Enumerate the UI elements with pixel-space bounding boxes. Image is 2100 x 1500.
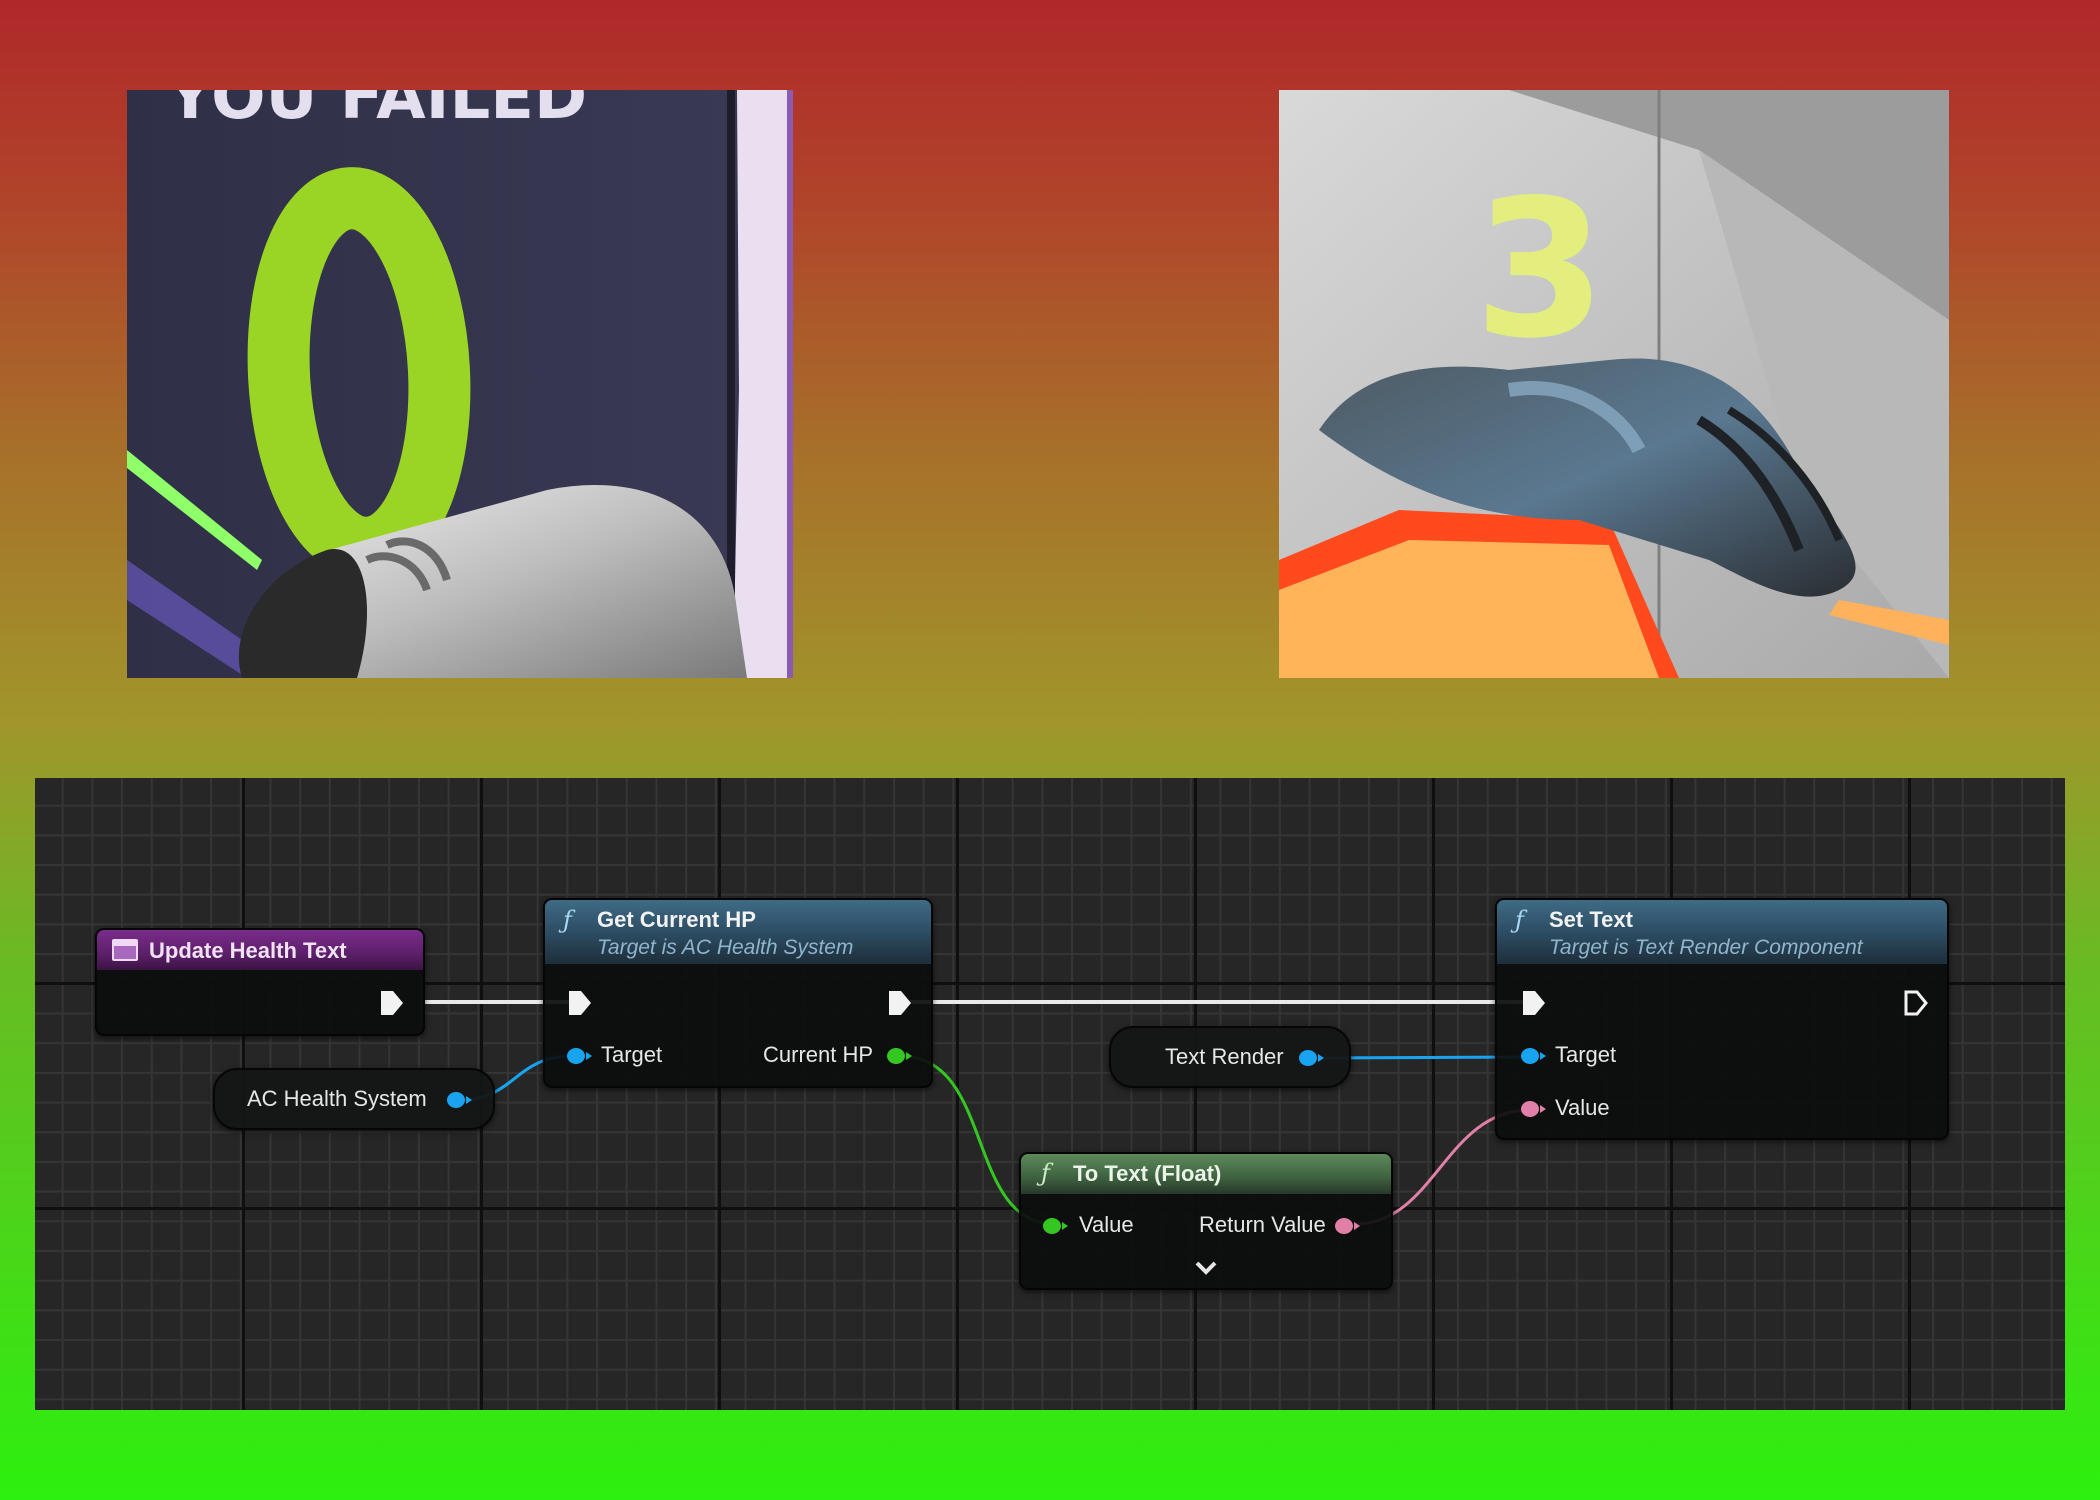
game-screenshot-health-three: 3 <box>1279 90 1949 678</box>
pure-function-node-to-text-float[interactable]: ƒ To Text (Float) Value Return Value <box>1019 1152 1393 1290</box>
function-node-title: Set Text <box>1549 907 1633 932</box>
function-icon: ƒ <box>563 906 572 934</box>
sign-text: YOU FAILED <box>166 90 587 134</box>
function-node-subtitle: Target is AC Health System <box>597 936 854 959</box>
custom-event-icon <box>112 939 138 961</box>
current-hp-pin-label: Current HP <box>763 1042 874 1067</box>
float-in-pin-icon[interactable] <box>1043 1218 1068 1234</box>
target-in-pin-icon[interactable] <box>567 1048 592 1064</box>
object-out-pin-icon[interactable] <box>1299 1050 1324 1066</box>
target-in-pin-icon[interactable] <box>1521 1048 1546 1064</box>
exec-in-pin-icon[interactable] <box>567 989 593 1017</box>
game-screenshot-health-zero: YOU FAILED <box>127 90 793 678</box>
variable-node-ac-health-system[interactable]: AC Health System <box>213 1068 495 1130</box>
function-node-header: ƒ Get Current HP Target is AC Health Sys… <box>545 900 931 964</box>
function-node-set-text[interactable]: ƒ Set Text Target is Text Render Compone… <box>1495 898 1949 1140</box>
function-node-title: Get Current HP <box>597 907 756 932</box>
event-node-title: Update Health Text <box>149 938 347 963</box>
exec-out-pin-icon[interactable] <box>379 989 405 1017</box>
exec-out-pin-icon[interactable] <box>887 989 913 1017</box>
variable-label: AC Health System <box>247 1086 427 1111</box>
text-in-pin-icon[interactable] <box>1521 1101 1546 1117</box>
return-value-pin-label: Return Value <box>1199 1212 1326 1237</box>
function-icon: ƒ <box>1041 1159 1050 1187</box>
health-number-three: 3 <box>1474 159 1606 380</box>
chevron-down-icon[interactable] <box>1191 1258 1221 1278</box>
function-icon: ƒ <box>1515 906 1524 934</box>
blueprint-graph-canvas[interactable]: Update Health Text AC Health System ƒ Ge… <box>35 778 2065 1410</box>
function-node-subtitle: Target is Text Render Component <box>1549 936 1863 959</box>
target-pin-label: Target <box>1555 1042 1617 1067</box>
target-pin-label: Target <box>601 1042 663 1067</box>
pure-function-node-header: ƒ To Text (Float) <box>1021 1154 1391 1194</box>
variable-node-text-render[interactable]: Text Render <box>1109 1026 1351 1088</box>
value-pin-label: Value <box>1555 1095 1610 1120</box>
object-out-pin-icon[interactable] <box>447 1092 472 1108</box>
exec-in-pin-icon[interactable] <box>1521 989 1547 1017</box>
pure-function-node-title: To Text (Float) <box>1073 1161 1222 1186</box>
value-pin-label: Value <box>1079 1212 1134 1237</box>
event-node-header: Update Health Text <box>97 930 423 970</box>
function-node-header: ƒ Set Text Target is Text Render Compone… <box>1497 900 1947 964</box>
function-node-get-current-hp[interactable]: ƒ Get Current HP Target is AC Health Sys… <box>543 898 933 1088</box>
exec-out-pin-icon[interactable] <box>1903 989 1929 1017</box>
float-out-pin-icon[interactable] <box>887 1048 912 1064</box>
variable-label: Text Render <box>1165 1044 1284 1069</box>
text-out-pin-icon[interactable] <box>1335 1218 1360 1234</box>
event-node-update-health-text[interactable]: Update Health Text <box>95 928 425 1036</box>
